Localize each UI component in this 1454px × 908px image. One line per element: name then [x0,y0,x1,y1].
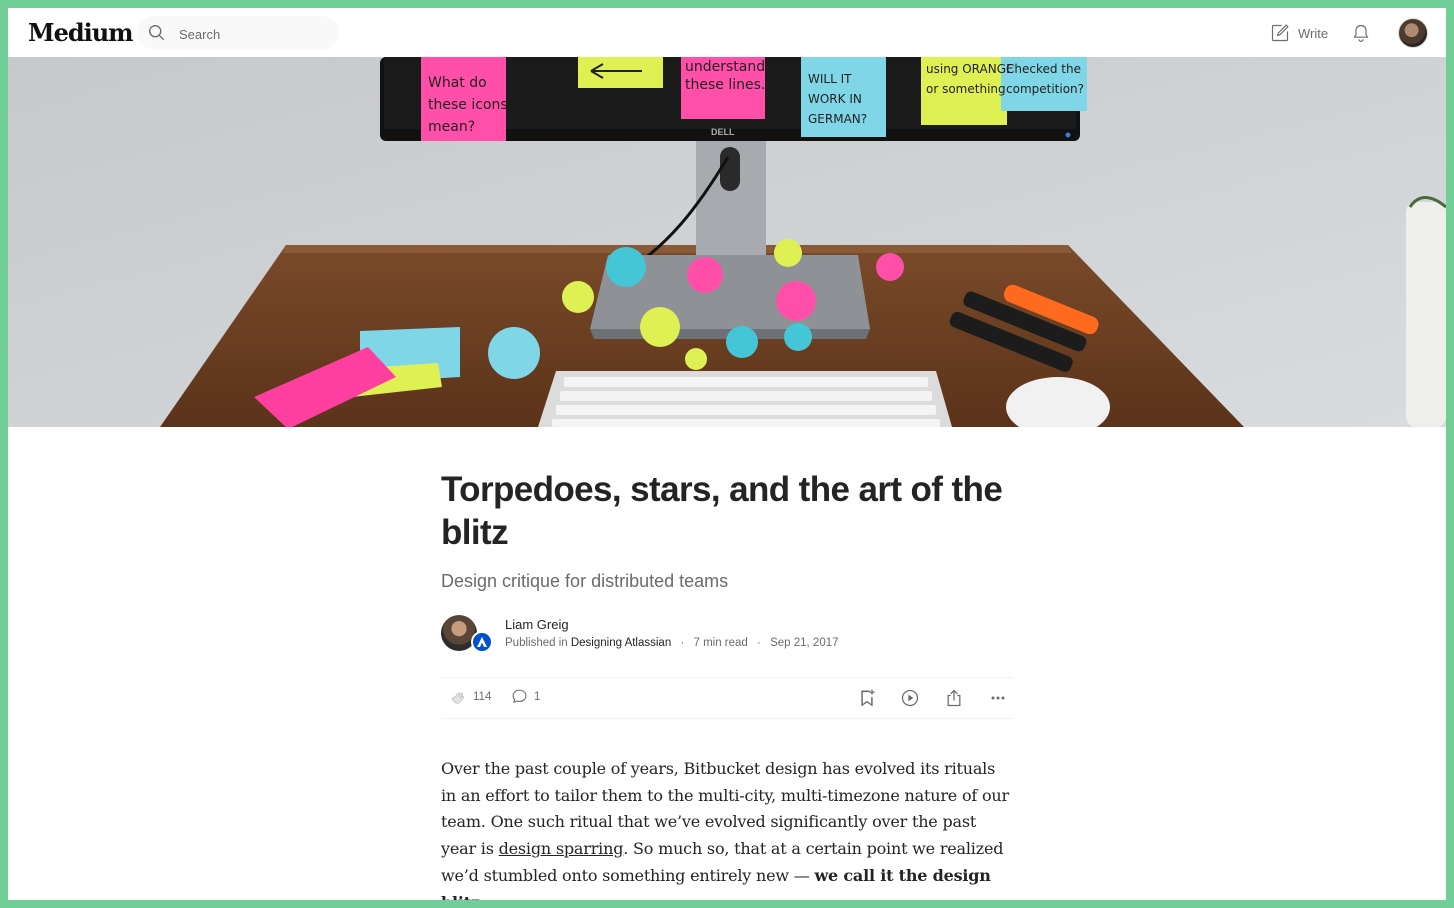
hero-illustration: DELL What do these icons mean? understan… [8,57,1446,427]
article: Torpedoes, stars, and the art of the bli… [441,468,1013,900]
svg-text:using ORANGE: using ORANGE [926,62,1014,76]
svg-text:understand: understand [685,59,765,75]
clap-icon [451,692,465,704]
svg-text:competition?: competition? [1006,82,1084,96]
svg-text:or something: or something [926,82,1006,96]
clap-count: 114 [473,691,492,703]
svg-text:What do: What do [428,75,487,91]
byline: Liam Greig Published in Designing Atlass… [441,615,1013,655]
write-icon [1271,24,1289,42]
svg-text:GERMAN?: GERMAN? [808,112,867,126]
separator-dot: · [757,637,761,649]
monitor-brand-text: DELL [711,127,735,137]
svg-text:mean?: mean? [428,119,475,135]
article-meta: Published in Designing Atlassian · 7 min… [505,637,839,649]
read-time: 7 min read [693,637,748,649]
svg-text:these icons: these icons [428,97,508,113]
browser-frame: Medium Write [8,8,1446,900]
svg-text:WILL IT: WILL IT [808,72,852,86]
search-input[interactable] [177,23,331,45]
search-icon [149,25,164,40]
hero-image: DELL What do these icons mean? understan… [8,57,1446,427]
action-bar: 114 1 [441,677,1013,719]
listen-icon[interactable] [900,688,920,708]
separator-dot: · [680,637,685,649]
published-in-label: Published in [505,637,568,649]
author-name[interactable]: Liam Greig [505,617,569,632]
atlassian-icon [477,637,487,647]
article-paragraph: Over the past couple of years, Bitbucket… [441,756,1013,900]
comment-icon [512,689,527,704]
article-title: Torpedoes, stars, and the art of the bli… [441,470,1003,552]
clap-button[interactable]: 114 [449,688,491,706]
top-nav: Medium Write [8,8,1446,58]
article-subtitle: Design critique for distributed teams [441,571,729,591]
publication-logo[interactable] [471,631,493,653]
responses-count: 1 [534,690,541,703]
design-sparring-link[interactable]: design sparring [499,839,624,858]
more-options-icon[interactable] [988,688,1008,708]
bookmark-add-icon[interactable] [857,688,877,708]
bell-icon[interactable] [1351,22,1371,44]
write-button[interactable]: Write [1270,22,1328,44]
svg-text:Checked the: Checked the [1006,62,1081,76]
svg-text:these lines...: these lines... [685,77,774,93]
search-box[interactable] [137,16,339,49]
responses-button[interactable]: 1 [511,688,540,705]
write-label: Write [1298,25,1329,41]
publication-link[interactable]: Designing Atlassian [571,637,671,649]
share-icon[interactable] [944,688,964,708]
medium-logo[interactable]: Medium [28,18,134,47]
svg-text:WORK IN: WORK IN [808,92,862,106]
publish-date: Sep 21, 2017 [770,637,839,649]
user-avatar[interactable] [1398,18,1428,48]
